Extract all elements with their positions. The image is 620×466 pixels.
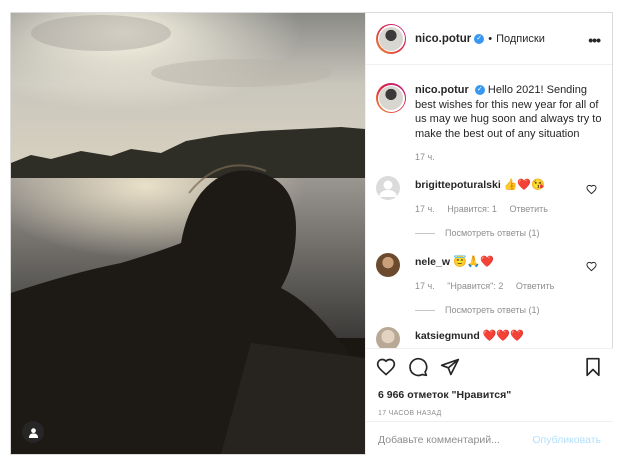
- caption-username[interactable]: nico.potur: [415, 84, 469, 96]
- comment-body: 👍❤️😘: [503, 179, 545, 191]
- comment-text: brigittepoturalski 👍❤️😘: [415, 176, 606, 192]
- comment-meta: 17 ч. Нравится: 1 Ответить: [415, 204, 606, 214]
- comment-body: 😇🙏❤️: [452, 256, 495, 268]
- post-photo[interactable]: [11, 13, 365, 454]
- heart-icon[interactable]: [376, 357, 396, 377]
- reply-button[interactable]: Ответить: [509, 204, 547, 214]
- comment-meta: 17 ч. "Нравится": 2 Ответить: [415, 281, 606, 291]
- comment: brigittepoturalski 👍❤️😘 17 ч. Нравится: …: [376, 176, 606, 238]
- comment-likes[interactable]: Нравится: 1: [447, 204, 497, 214]
- comment-text: nele_w 😇🙏❤️: [415, 253, 606, 269]
- share-icon[interactable]: [440, 357, 460, 377]
- likes-count[interactable]: 6 966 отметок "Нравится": [378, 389, 511, 401]
- view-replies-label: Посмотреть ответы (1): [445, 228, 540, 238]
- comment-icon[interactable]: [408, 357, 428, 377]
- user-tag-icon[interactable]: [22, 421, 44, 443]
- bookmark-icon[interactable]: [583, 357, 603, 377]
- add-comment-bar: Добавьте комментарий... Опубликовать: [366, 421, 613, 456]
- avatar[interactable]: [376, 253, 400, 277]
- comment-like-icon[interactable]: [586, 184, 597, 195]
- follow-button[interactable]: Подписки: [496, 33, 545, 45]
- comment: nele_w 😇🙏❤️ 17 ч. "Нравится": 2 Ответить…: [376, 253, 606, 315]
- action-bar: 6 966 отметок "Нравится" 17 ЧАСОВ НАЗАД …: [366, 348, 613, 455]
- comment-input[interactable]: Добавьте комментарий...: [378, 434, 500, 446]
- comment-time[interactable]: 17 ч.: [415, 281, 435, 291]
- comment-username[interactable]: brigittepoturalski: [415, 179, 501, 191]
- post-header: nico.potur ✓ • Подписки •••: [366, 13, 612, 65]
- comment: katsiegmund ❤️❤️❤️: [376, 327, 606, 351]
- comment-like-icon[interactable]: [586, 261, 597, 272]
- comment-text: katsiegmund ❤️❤️❤️: [415, 327, 606, 343]
- action-icons: [376, 357, 460, 377]
- comment-body: ❤️❤️❤️: [482, 330, 524, 342]
- post-time[interactable]: 17 ЧАСОВ НАЗАД: [378, 410, 442, 417]
- caption-avatar[interactable]: [376, 83, 406, 113]
- caption: nico.potur ✓ Hello 2021! Sending best wi…: [376, 83, 604, 162]
- post-modal: nico.potur ✓ • Подписки ••• nico.potur ✓…: [10, 12, 613, 455]
- view-replies-label: Посмотреть ответы (1): [445, 305, 540, 315]
- verified-icon: ✓: [474, 33, 485, 44]
- comment-time[interactable]: 17 ч.: [415, 204, 435, 214]
- reply-button[interactable]: Ответить: [516, 281, 554, 291]
- caption-text: nico.potur ✓ Hello 2021! Sending best wi…: [415, 83, 604, 141]
- comment-username[interactable]: katsiegmund: [415, 330, 480, 342]
- separator-dot: •: [488, 32, 493, 45]
- comment-likes[interactable]: "Нравится": 2: [447, 281, 503, 291]
- view-replies[interactable]: Посмотреть ответы (1): [415, 228, 606, 238]
- publish-button[interactable]: Опубликовать: [532, 434, 601, 446]
- view-replies[interactable]: Посмотреть ответы (1): [415, 305, 606, 315]
- comment-username[interactable]: nele_w: [415, 256, 450, 268]
- post-side-panel: nico.potur ✓ • Подписки ••• nico.potur ✓…: [365, 13, 613, 455]
- verified-icon: ✓: [474, 85, 485, 96]
- avatar[interactable]: [376, 23, 406, 54]
- more-options-icon[interactable]: •••: [588, 32, 601, 48]
- post-username[interactable]: nico.potur: [415, 33, 471, 45]
- divider-line: [415, 232, 435, 234]
- divider-line: [415, 309, 435, 311]
- avatar[interactable]: [376, 176, 400, 200]
- caption-time: 17 ч.: [415, 152, 435, 162]
